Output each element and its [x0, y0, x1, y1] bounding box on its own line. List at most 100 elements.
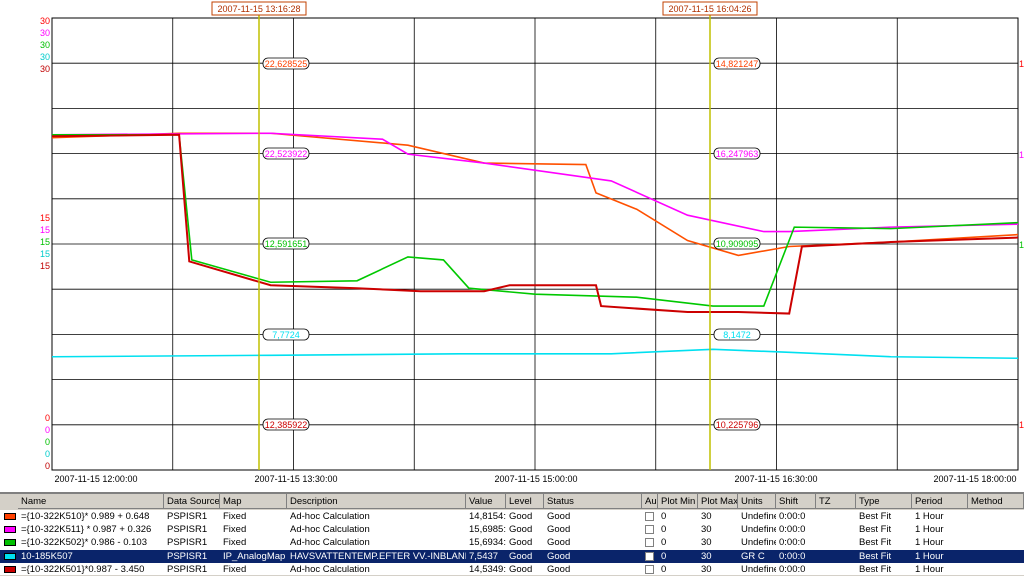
legend-column-header[interactable]: Type	[856, 494, 912, 509]
legend-cell-tz	[816, 510, 856, 523]
legend-column-header[interactable]: Data Source	[164, 494, 220, 509]
legend-cell-source: PSPISR1	[167, 550, 208, 562]
legend-cell-shift: 0:00:0	[779, 537, 806, 549]
legend-cell-units: Undefine	[741, 511, 776, 522]
legend-cell-plot-min: 0	[661, 511, 667, 522]
legend-cell-name: ={10-322K502}* 0.986 - 0.103	[21, 537, 147, 549]
legend-column-header[interactable]: Plot Min	[658, 494, 698, 509]
cursor-value-label: 12,591651	[265, 239, 308, 249]
legend-cell-source: PSPISR1	[167, 563, 208, 575]
x-axis-tick-label: 2007-11-15 16:30:00	[735, 474, 818, 484]
legend-column-header[interactable]: Name	[18, 494, 164, 509]
legend-cell-map: Fixed	[223, 537, 247, 549]
legend-cell-plot-min: 0	[661, 524, 667, 536]
trend-legend-table: Name Data Source Map Description Value Level S…	[0, 492, 1024, 575]
legend-column-header[interactable]: Map	[220, 494, 287, 509]
right-axis-label: 1	[1019, 59, 1024, 69]
legend-cell-plot-min: 0	[661, 550, 667, 562]
y-axis-tick-label: 15	[40, 237, 50, 247]
legend-column-header[interactable]: Plot Max	[698, 494, 738, 509]
y-axis-tick-label: 15	[40, 261, 50, 271]
trace-color-swatch	[4, 565, 16, 573]
autoscale-checkbox[interactable]	[645, 525, 654, 535]
legend-row[interactable]: ={10-322K501}*0.987 - 3.450 PSPISR1 Fixed A…	[0, 563, 1024, 576]
legend-cell-value: 7,5437	[469, 550, 499, 562]
right-axis-label: 1	[1019, 150, 1024, 160]
legend-cell-units: Undefine	[741, 524, 776, 536]
legend-cell-plot-max: 30	[701, 550, 712, 562]
legend-cell-method	[968, 536, 1024, 549]
legend-column-header[interactable]: Units	[738, 494, 776, 509]
legend-cell-type: Best Fit	[859, 537, 892, 549]
legend-cell-period: 1 Hour	[915, 550, 944, 562]
x-axis-tick-label: 2007-11-15 12:00:00	[55, 474, 138, 484]
legend-row[interactable]: 10-185K507 PSPISR1 IP_AnalogMap HAVSVATTENT…	[0, 549, 1024, 563]
legend-cell-value: 15,6985:	[469, 524, 506, 536]
legend-cell-value: 14,5349:	[469, 563, 506, 575]
legend-cell-description: HAVSVATTENTEMP.EFTER VV.-INBLAND	[290, 550, 466, 562]
legend-column-header[interactable]: Shift	[776, 494, 816, 509]
legend-cell-type: Best Fit	[859, 511, 892, 522]
legend-row[interactable]: ={10-322K502}* 0.986 - 0.103 PSPISR1 Fixed…	[0, 536, 1024, 549]
y-axis-tick-label: 30	[40, 16, 50, 26]
trace-color-swatch	[4, 539, 16, 547]
legend-cell-method	[968, 563, 1024, 576]
cursor-value-label: 8,1472	[723, 330, 751, 340]
legend-cell-description: Ad-hoc Calculation	[290, 537, 370, 549]
legend-row[interactable]: ={10-322K510}* 0.989 + 0.648 PSPISR1 Fixed…	[0, 510, 1024, 523]
legend-cell-tz	[816, 550, 856, 563]
legend-column-header[interactable]: Description	[287, 494, 466, 509]
legend-column-header[interactable]: Level	[506, 494, 544, 509]
legend-cell-method	[968, 523, 1024, 536]
legend-cell-method	[968, 550, 1024, 563]
cursor-value-label: 22,523922	[265, 149, 308, 159]
y-axis-tick-label: 0	[45, 413, 50, 423]
cursor-value-label: 14,821247	[716, 59, 759, 69]
legend-cell-units: Undefine	[741, 563, 776, 575]
cursor-value-label: 16,247963	[716, 149, 759, 159]
y-axis-tick-label: 0	[45, 461, 50, 471]
legend-cell-name: ={10-322K510}* 0.989 + 0.648	[21, 511, 150, 522]
autoscale-checkbox[interactable]	[645, 551, 654, 561]
trace-color-swatch	[4, 526, 16, 534]
right-axis-label: 1	[1019, 240, 1024, 250]
cursor-time-label: 2007-11-15 16:04:26	[669, 4, 752, 14]
trend-plot-area[interactable]: 30 30 30 30 30 15 15 15 15 15 0 0 0 0 0 1 1 1 1 2007-11-15 …	[0, 0, 1024, 492]
legend-cell-level: Good	[509, 511, 533, 522]
legend-cell-status: Good	[547, 524, 571, 536]
legend-cell-plot-max: 30	[701, 511, 712, 522]
legend-column-header[interactable]: Period	[912, 494, 968, 509]
legend-column-header[interactable]: TZ	[816, 494, 856, 509]
legend-column-header[interactable]: Status	[544, 494, 642, 509]
legend-cell-type: Best Fit	[859, 524, 892, 536]
trace-color-swatch	[4, 552, 16, 560]
legend-cell-plot-max: 30	[701, 563, 712, 575]
legend-cell-source: PSPISR1	[167, 524, 208, 536]
legend-row[interactable]: ={10-322K511} * 0.987 + 0.326 PSPISR1 Fixe…	[0, 523, 1024, 536]
y-axis-tick-label: 30	[40, 64, 50, 74]
legend-cell-status: Good	[547, 537, 571, 549]
legend-cell-status: Good	[547, 511, 571, 522]
autoscale-checkbox[interactable]	[645, 538, 654, 548]
legend-cell-map: Fixed	[223, 511, 247, 522]
legend-cell-name: ={10-322K501}*0.987 - 3.450	[21, 563, 145, 575]
legend-cell-name: ={10-322K511} * 0.987 + 0.326	[21, 524, 152, 536]
legend-column-header[interactable]: Value	[466, 494, 506, 509]
legend-cell-level: Good	[509, 524, 533, 536]
legend-cell-units: GR C	[741, 550, 765, 562]
legend-cell-shift: 0:00:0	[779, 524, 806, 536]
legend-cell-shift: 0:00:0	[779, 563, 806, 575]
legend-cell-level: Good	[509, 537, 533, 549]
cursor-time-label: 2007-11-15 13:16:28	[218, 4, 301, 14]
legend-cell-plot-max: 30	[701, 537, 712, 549]
right-axis-label: 1	[1019, 420, 1024, 430]
legend-column-header[interactable]: Au	[642, 494, 658, 509]
legend-column-header[interactable]: Method	[968, 494, 1024, 509]
x-axis-tick-label: 2007-11-15 13:30:00	[255, 474, 338, 484]
autoscale-checkbox[interactable]	[645, 512, 654, 521]
legend-header-row: Name Data Source Map Description Value Level S…	[0, 494, 1024, 510]
legend-cell-plot-min: 0	[661, 563, 667, 575]
y-axis-tick-label: 30	[40, 40, 50, 50]
autoscale-checkbox[interactable]	[645, 564, 654, 574]
trend-chart[interactable]: 30 30 30 30 30 15 15 15 15 15 0 0 0 0 0 1 1 1 1 2007-11-15 …	[0, 0, 1024, 492]
